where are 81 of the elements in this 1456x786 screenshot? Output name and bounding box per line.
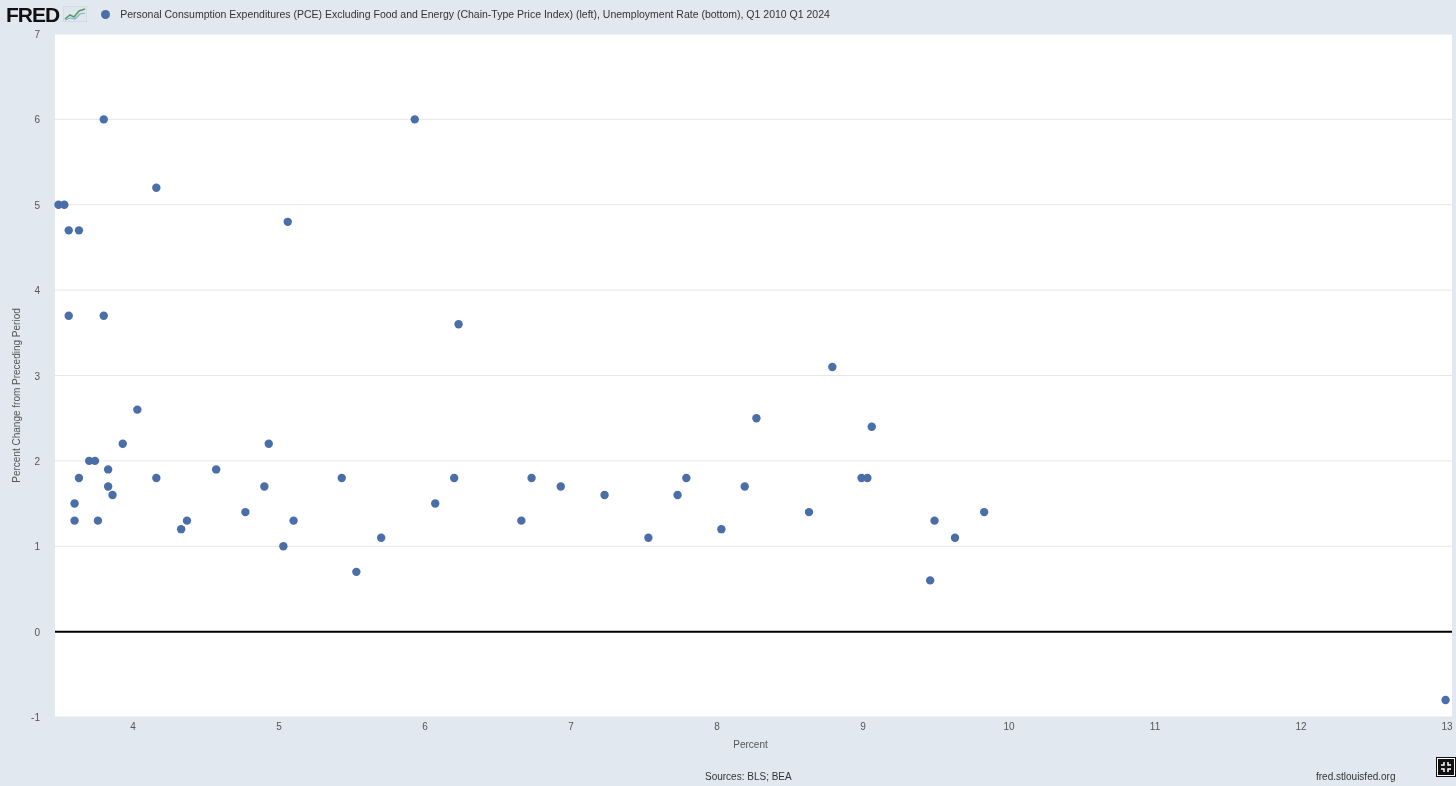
data-point: [103, 465, 113, 474]
data-point: [176, 525, 186, 534]
data-point: [950, 533, 960, 542]
data-point: [152, 473, 161, 483]
y-tick-label: 2: [34, 455, 40, 467]
legend-label: Personal Consumption Expenditures (PCE) Excluding Food and Energy (Chain-Type Price Index) (left), Unemployment Rate (bottom), Q1 2010 Q1 2024: [120, 8, 830, 20]
data-point: [740, 482, 749, 491]
data-point: [673, 490, 682, 500]
x-tick-label: 5: [276, 721, 282, 732]
data-point: [600, 490, 609, 500]
data-point: [644, 533, 653, 542]
x-tick-label: 12: [1295, 721, 1307, 732]
data-point: [93, 516, 103, 525]
data-point: [99, 311, 108, 320]
y-tick-label: 5: [34, 199, 40, 211]
x-tick-label: 4: [130, 721, 136, 732]
data-point: [377, 533, 386, 542]
data-point: [118, 439, 127, 448]
data-point: [863, 473, 872, 483]
data-point: [717, 525, 726, 534]
data-point: [182, 516, 192, 525]
data-point: [752, 414, 761, 423]
y-tick-label: 0: [34, 626, 40, 638]
data-point: [260, 482, 269, 491]
data-point: [133, 405, 142, 414]
y-tick-label: 3: [34, 370, 40, 382]
data-point: [90, 456, 100, 466]
data-point: [64, 311, 73, 320]
data-point: [103, 482, 113, 491]
data-point: [980, 507, 989, 517]
data-point: [279, 542, 288, 551]
y-axis-title: Percent Change from Preceding Period: [11, 308, 22, 483]
data-point: [108, 490, 117, 500]
y-tick-label: 6: [34, 114, 40, 126]
data-point: [527, 473, 536, 483]
data-point: [152, 183, 161, 192]
data-point: [70, 499, 79, 508]
data-point: [241, 507, 250, 517]
x-tick-label: 10: [1003, 721, 1015, 732]
data-point: [454, 320, 463, 329]
data-point: [925, 576, 935, 585]
data-point: [517, 516, 526, 525]
line-graph-icon: [63, 6, 88, 22]
data-point: [450, 473, 459, 483]
data-point: [867, 422, 876, 431]
data-point: [337, 473, 346, 483]
data-point: [804, 507, 814, 517]
data-point: [70, 516, 79, 525]
x-tick-label: 8: [714, 721, 720, 732]
y-tick-label: 7: [34, 29, 40, 40]
data-point: [352, 567, 361, 577]
fullscreen-button[interactable]: [1437, 758, 1455, 776]
data-point: [64, 226, 73, 235]
data-point: [431, 499, 440, 508]
data-point: [99, 115, 108, 124]
x-tick-label: 13: [1441, 721, 1453, 732]
site-link[interactable]: fred.stlouisfed.org: [1316, 771, 1396, 782]
data-point: [283, 217, 292, 226]
data-point: [264, 439, 273, 448]
data-point: [828, 362, 837, 372]
data-point: [289, 516, 298, 525]
data-point: [556, 482, 565, 491]
data-point: [682, 473, 691, 483]
x-axis-title: Percent: [733, 739, 768, 750]
y-tick-label: 1: [34, 541, 40, 553]
data-point: [74, 473, 84, 483]
data-point: [212, 465, 221, 474]
fullscreen-icon: [1440, 761, 1452, 773]
data-point: [60, 200, 69, 209]
y-tick-label: 4: [34, 285, 40, 297]
data-point: [930, 516, 939, 525]
sources-note: Sources: BLS; BEA: [705, 771, 792, 782]
x-tick-label: 7: [568, 721, 574, 732]
x-tick-label: 11: [1149, 721, 1161, 732]
data-point: [1441, 695, 1450, 705]
x-tick-label: 6: [422, 721, 428, 732]
data-point: [74, 226, 84, 235]
y-tick-label: -1: [31, 712, 40, 723]
fred-logo: FRED: [6, 3, 60, 25]
x-tick-label: 9: [860, 721, 866, 732]
data-point: [410, 115, 419, 124]
